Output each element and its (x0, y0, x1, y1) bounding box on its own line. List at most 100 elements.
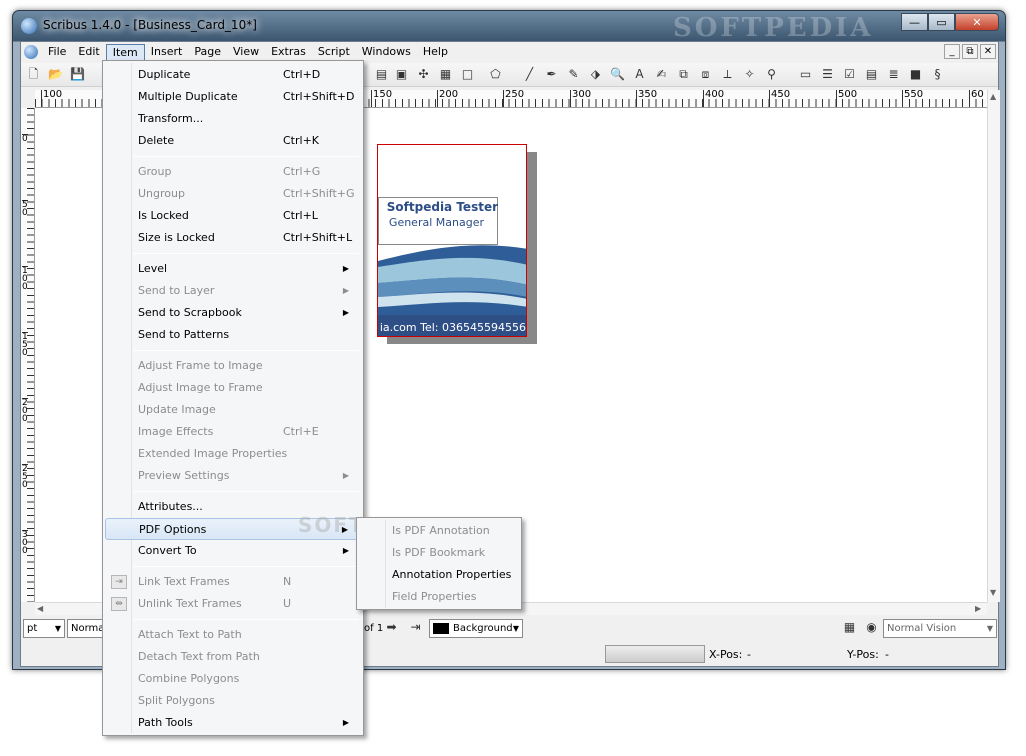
scroll-down-icon[interactable]: ▼ (990, 588, 996, 597)
freehand-icon[interactable]: ✎ (565, 66, 582, 83)
menu-view[interactable]: View (227, 44, 265, 61)
vision-select[interactable]: Normal Vision ▼ (883, 619, 997, 638)
scribus-app-icon[interactable] (21, 18, 37, 34)
bezier-icon[interactable]: ✒ (543, 66, 560, 83)
menu-file[interactable]: File (42, 44, 72, 61)
unit-select[interactable]: pt ▼ (23, 619, 65, 638)
menu-edit[interactable]: Edit (72, 44, 105, 61)
menu-item-transform[interactable]: Transform... (105, 108, 361, 130)
table-icon[interactable]: ▦ (437, 66, 454, 83)
document-icon[interactable] (24, 45, 38, 59)
submenu-item-annotation-properties[interactable]: Annotation Properties (359, 564, 519, 586)
link-frames-toolbar-icon[interactable]: ⧉ (675, 66, 692, 83)
minimize-button[interactable]: — (901, 13, 928, 31)
menu-help[interactable]: Help (417, 44, 454, 61)
scroll-left-icon[interactable]: ◀ (37, 604, 43, 613)
menu-script[interactable]: Script (312, 44, 356, 61)
eye-icon[interactable]: ◉ (863, 619, 880, 636)
rotate-icon[interactable]: ⬗ (587, 66, 604, 83)
measure-icon[interactable]: ⟂ (719, 66, 736, 83)
pdf-checkbox-icon[interactable]: ☑ (841, 66, 858, 83)
menu-item-ungroup[interactable]: Ungroup Ctrl+Shift+G (105, 183, 361, 205)
menu-item-duplicate[interactable]: Duplicate Ctrl+D (105, 64, 361, 86)
edit-contents-icon[interactable]: ✍ (653, 66, 670, 83)
business-card-page[interactable]: Softpedia Tester General Manager ia.com … (377, 144, 527, 337)
doc-close-button[interactable]: ✕ (980, 44, 996, 59)
scroll-up-icon[interactable]: ▲ (990, 92, 996, 101)
pdf-button-icon[interactable]: ▭ (797, 66, 814, 83)
close-button[interactable]: ✕ (955, 13, 999, 31)
menu-item-path-tools[interactable]: Path Tools ▶ (105, 712, 361, 734)
menu-item-combine-polygons[interactable]: Combine Polygons (105, 668, 361, 690)
menu-item-multiple-duplicate[interactable]: Multiple Duplicate Ctrl+Shift+D (105, 86, 361, 108)
submenu-item-label: Is PDF Bookmark (392, 546, 486, 559)
menu-item-update-image[interactable]: Update Image (105, 399, 361, 421)
open-document-icon[interactable]: 📂 (47, 66, 64, 83)
submenu-item-is-pdf-annotation[interactable]: Is PDF Annotation (359, 520, 519, 542)
vertical-scrollbar[interactable]: ▲ ▼ (987, 90, 1000, 602)
eyedropper-icon[interactable]: ⚲ (763, 66, 780, 83)
pdf-listbox-icon[interactable]: ≣ (885, 66, 902, 83)
menu-item-group[interactable]: Group Ctrl+G (105, 161, 361, 183)
menu-extras[interactable]: Extras (265, 44, 312, 61)
menu-item-attach-text-to-path[interactable]: Attach Text to Path (105, 624, 361, 646)
menu-insert[interactable]: Insert (145, 44, 189, 61)
menu-item-is-locked[interactable]: Is Locked Ctrl+L (105, 205, 361, 227)
menu-item-send-to-scrapbook[interactable]: Send to Scrapbook ▶ (105, 302, 361, 324)
menu-windows[interactable]: Windows (356, 44, 417, 61)
doc-restore-button[interactable]: ⧉ (962, 44, 978, 59)
next-page-icon[interactable]: ➡ (383, 619, 400, 636)
menu-separator (133, 253, 359, 254)
pdf-textfield-icon[interactable]: ☰ (819, 66, 836, 83)
menu-item-label: Transform... (138, 112, 204, 125)
unlink-frames-toolbar-icon[interactable]: ⧈ (697, 66, 714, 83)
menu-page[interactable]: Page (188, 44, 227, 61)
submenu-item-field-properties[interactable]: Field Properties (359, 586, 519, 608)
menu-item-image-effects[interactable]: Image Effects Ctrl+E (105, 421, 361, 443)
menu-item-size-is-locked[interactable]: Size is Locked Ctrl+Shift+L (105, 227, 361, 249)
line-icon[interactable]: ╱ (521, 66, 538, 83)
shape-icon[interactable]: □ (459, 66, 476, 83)
pdf-annotation-icon[interactable]: ■ (907, 66, 924, 83)
menu-item-detach-text-from-path[interactable]: Detach Text from Path (105, 646, 361, 668)
layer-select[interactable]: Background ▼ (429, 619, 523, 638)
pdf-combobox-icon[interactable]: ▤ (863, 66, 880, 83)
menu-item-label: Level (138, 262, 168, 275)
submenu-item-is-pdf-bookmark[interactable]: Is PDF Bookmark (359, 542, 519, 564)
polygon-icon[interactable]: ⬠ (487, 66, 504, 83)
doc-minimize-button[interactable]: _ (944, 44, 960, 59)
menu-item-shortcut: U (283, 597, 292, 610)
menu-item[interactable]: Item (105, 43, 145, 61)
xpos-label: X-Pos: (709, 648, 743, 661)
preview-mode-icon[interactable]: ▦ (841, 619, 858, 636)
menu-item-adjust-image-to-frame[interactable]: Adjust Image to Frame (105, 377, 361, 399)
menu-item-shortcut: Ctrl+Shift+L (283, 231, 353, 244)
zoom-icon[interactable]: 🔍 (609, 66, 626, 83)
menu-item-preview-settings[interactable]: Preview Settings ▶ (105, 465, 361, 487)
copy-properties-icon[interactable]: ✧ (741, 66, 758, 83)
scroll-right-icon[interactable]: ▶ (975, 604, 981, 613)
menu-item-convert-to[interactable]: Convert To ▶ (105, 540, 361, 562)
edit-text-icon[interactable]: A (631, 66, 648, 83)
menu-item-label: Detach Text from Path (138, 650, 260, 663)
menu-item-label: Split Polygons (138, 694, 215, 707)
menu-item-send-to-patterns[interactable]: Send to Patterns (105, 324, 361, 346)
menu-item-level[interactable]: Level ▶ (105, 258, 361, 280)
menu-item-delete[interactable]: Delete Ctrl+K (105, 130, 361, 152)
new-document-icon[interactable]: 🗋 (25, 66, 42, 83)
pdf-link-icon[interactable]: § (929, 66, 946, 83)
menu-item-extended-image-properties[interactable]: Extended Image Properties (105, 443, 361, 465)
menu-item-link-text-frames[interactable]: ⇥ Link Text Frames N (105, 571, 361, 593)
menu-item-unlink-text-frames[interactable]: ⇹ Unlink Text Frames U (105, 593, 361, 615)
title-bar[interactable]: Scribus 1.4.0 - [Business_Card_10*] SOFT… (13, 11, 1005, 43)
render-frame-icon[interactable]: ✣ (415, 66, 432, 83)
maximize-button[interactable]: ▭ (928, 13, 955, 31)
menu-item-adjust-frame-to-image[interactable]: Adjust Frame to Image (105, 355, 361, 377)
menu-item-split-polygons[interactable]: Split Polygons (105, 690, 361, 712)
menu-item-label: Duplicate (138, 68, 191, 81)
save-document-icon[interactable]: 💾 (69, 66, 86, 83)
text-frame-icon[interactable]: ▤ (373, 66, 390, 83)
menu-item-send-to-layer[interactable]: Send to Layer ▶ (105, 280, 361, 302)
last-page-icon[interactable]: ⇥ (407, 619, 424, 636)
image-frame-icon[interactable]: ▣ (393, 66, 410, 83)
